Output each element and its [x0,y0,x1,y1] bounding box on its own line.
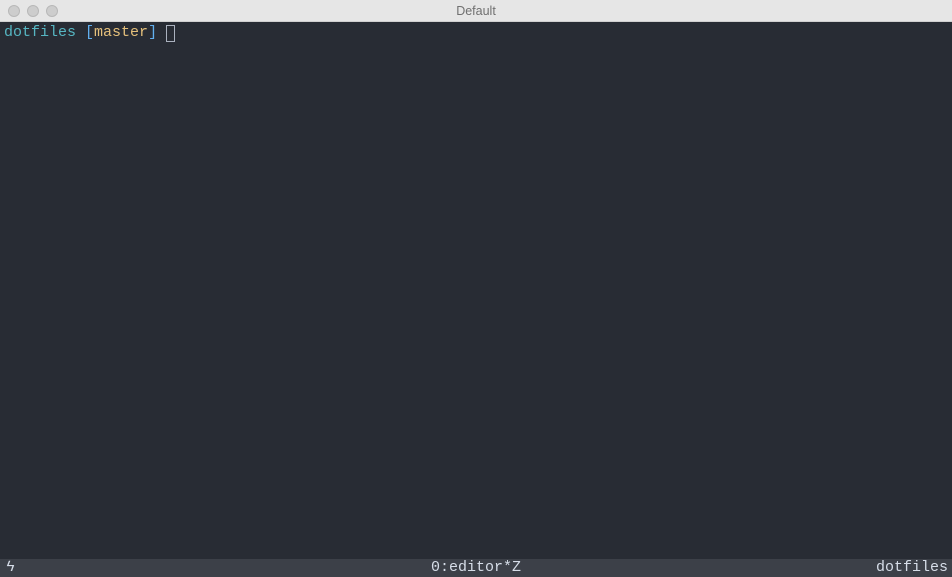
window-title: Default [456,4,496,18]
status-session-name: dotfiles [876,559,952,577]
prompt-bracket-open: [ [85,24,94,42]
prompt-directory: dotfiles [4,24,76,42]
minimize-window-button[interactable] [27,5,39,17]
maximize-window-button[interactable] [46,5,58,17]
prompt-bracket-close: ] [148,24,157,42]
terminal[interactable]: dotfiles [master] ϟ 0:editor*Z dotfiles [0,22,952,577]
traffic-lights [0,5,58,17]
close-window-button[interactable] [8,5,20,17]
prompt-branch: master [94,24,148,42]
terminal-body[interactable] [0,44,952,559]
window-titlebar: Default [0,0,952,22]
tmux-statusbar: ϟ 0:editor*Z dotfiles [0,559,952,577]
status-window-list[interactable]: 0:editor*Z [431,559,521,577]
prompt-line: dotfiles [master] [0,22,952,44]
prompt-space [76,24,85,42]
status-left-icon: ϟ [0,559,15,577]
terminal-cursor [166,25,175,42]
